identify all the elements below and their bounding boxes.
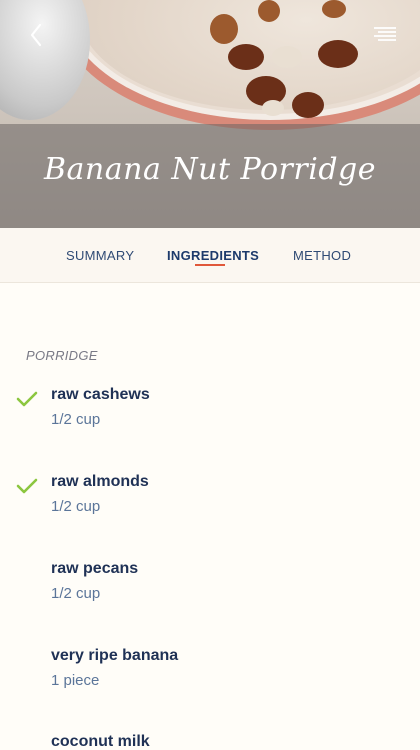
- pecan-topping: [322, 0, 346, 18]
- ingredient-item[interactable]: raw cashews 1/2 cup: [0, 386, 420, 466]
- nut-topping: [262, 100, 284, 116]
- back-button[interactable]: [22, 18, 52, 52]
- ingredient-item[interactable]: raw almonds 1/2 cup: [0, 473, 420, 553]
- ingredient-item[interactable]: coconut milk: [0, 733, 420, 750]
- tab-summary[interactable]: SUMMARY: [66, 248, 134, 263]
- tab-ingredients[interactable]: INGREDIENTS: [167, 248, 259, 263]
- checkmark-icon: [16, 391, 38, 407]
- menu-button[interactable]: [368, 20, 402, 50]
- nut-topping: [272, 46, 302, 68]
- ingredient-item[interactable]: raw pecans 1/2 cup: [0, 560, 420, 640]
- pecan-topping: [210, 14, 238, 44]
- ingredient-name: raw pecans: [51, 560, 139, 577]
- ingredient-quantity: 1/2 cup: [51, 585, 101, 602]
- checkmark-icon: [16, 478, 38, 494]
- ingredient-quantity: 1/2 cup: [51, 411, 101, 428]
- ingredient-name: very ripe banana: [51, 647, 179, 664]
- menu-icon: [374, 27, 396, 41]
- raisin-topping: [318, 40, 358, 68]
- ingredient-name: raw almonds: [51, 473, 149, 490]
- raisin-topping: [292, 92, 324, 118]
- tab-bar: SUMMARY INGREDIENTS METHOD: [0, 228, 420, 283]
- ingredient-name: raw cashews: [51, 386, 150, 403]
- raisin-topping: [228, 44, 264, 70]
- recipe-title: Banana Nut Porridge: [43, 152, 376, 187]
- chevron-left-icon: [30, 23, 42, 47]
- section-label: PORRIDGE: [26, 348, 98, 363]
- ingredient-quantity: 1 piece: [51, 672, 100, 689]
- active-tab-indicator: [195, 264, 225, 266]
- ingredient-quantity: 1/2 cup: [51, 498, 101, 515]
- ingredient-item[interactable]: very ripe banana 1 piece: [0, 647, 420, 727]
- ingredient-name: coconut milk: [51, 733, 150, 750]
- recipe-hero-image: Banana Nut Porridge: [0, 0, 420, 228]
- tab-method[interactable]: METHOD: [293, 248, 351, 263]
- pecan-topping: [258, 0, 280, 22]
